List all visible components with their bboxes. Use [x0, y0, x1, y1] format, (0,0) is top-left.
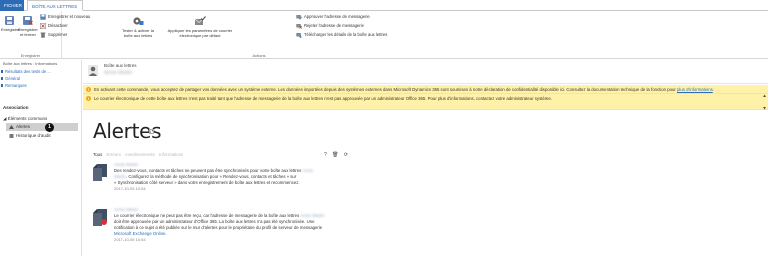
- save-button[interactable]: Enregistrer: [1, 16, 21, 32]
- ribbon: Enregistrer Enregistrer et fermer Enregi…: [0, 11, 768, 59]
- approve-email-button[interactable]: Approuver l'adresse de messagerie: [296, 13, 370, 20]
- envelope-check-icon: [194, 16, 206, 25]
- alert-text: notification à ce sujet a été publiée su…: [114, 225, 323, 230]
- tab-mailbox[interactable]: BOÎTE AUX LETTRES: [27, 0, 83, 11]
- delete-button[interactable]: Supprimer: [40, 31, 67, 38]
- notification-privacy: ! En activant cette commande, vous accep…: [83, 85, 768, 94]
- alerts-icon: [9, 125, 14, 129]
- alert-filters: Tous Erreurs Avertissements Informations: [93, 152, 186, 157]
- nav-link-test-results[interactable]: Résultats des tests de ...: [1, 69, 51, 74]
- reject-email-button[interactable]: Rejeter l'adresse de messagerie: [296, 22, 364, 29]
- save-icon: [4, 16, 14, 25]
- alert-author[interactable]: Annie Martin: [114, 207, 374, 213]
- delete-label: Supprimer: [48, 32, 68, 37]
- approve-email-icon: [296, 14, 302, 20]
- alert-date: 2017-10-05 10:54: [114, 237, 146, 242]
- alert-body: Annie Martin Des rendez-vous, contacts e…: [114, 162, 374, 192]
- mailbox-record-icon: [88, 65, 98, 76]
- alert-mailbox-name: Martin: [114, 174, 126, 179]
- exchange-online-link[interactable]: Microsoft Exchange Online: [114, 231, 165, 236]
- test-enable-mailbox-button[interactable]: Tester & activer la boîte aux lettres: [119, 16, 157, 38]
- ribbon-group-actions: Tester & activer la boîte aux lettres Ap…: [118, 11, 400, 59]
- save-new-button[interactable]: Enregistrer et nouveau: [40, 13, 90, 20]
- ribbon-group-save: Enregistrer Enregistrer et fermer Enregi…: [0, 11, 90, 59]
- apply-default-email-settings-button[interactable]: Appliquer les paramètres de courrier éle…: [161, 16, 239, 38]
- nav-item-alerts-label: Alertes: [16, 124, 31, 129]
- ribbon-tab-bar: FICHIER BOÎTE AUX LETTRES: [0, 0, 768, 11]
- nav-item-audit-history-label: Historique d'audit: [16, 133, 51, 138]
- record-entity-type: Boîte aux lettres: [104, 63, 137, 68]
- main-content: Boîte aux lettres Annie Martin ! En acti…: [83, 60, 768, 256]
- alert-text: .: [165, 231, 167, 236]
- save-close-label: Enregistrer et fermer: [18, 27, 38, 37]
- refresh-icon[interactable]: ⟳: [344, 152, 348, 158]
- more-info-link[interactable]: plus d'informations: [677, 87, 713, 92]
- filter-info[interactable]: Informations: [159, 152, 183, 157]
- download-icon: [296, 32, 302, 38]
- alert-text: « Synchronisation côté serveur » dans vo…: [114, 180, 300, 185]
- nav-link-notes[interactable]: Remarques: [1, 83, 27, 88]
- deactivate-button[interactable]: Désactiver: [40, 22, 68, 29]
- mailbox-alert-icon: [93, 164, 107, 181]
- apply-email-settings-label: Appliquer les paramètres de courrier éle…: [167, 28, 233, 38]
- alert-author[interactable]: Annie Martin: [114, 162, 374, 168]
- notification-privacy-end: .: [712, 87, 714, 92]
- alert-body: Annie Martin Le courrier électronique ne…: [114, 207, 374, 243]
- nav-item-audit-history[interactable]: Historique d'audit: [6, 132, 78, 140]
- nav-group-common-items[interactable]: ◢ Éléments communs: [3, 116, 47, 122]
- ribbon-group-save-label: Enregistrer: [20, 53, 41, 58]
- title-info-icon: [149, 129, 154, 134]
- save-new-icon: [40, 14, 46, 20]
- mailbox-error-icon: [93, 209, 107, 226]
- alert-mailbox-name: Annie: [302, 168, 314, 173]
- reject-email-icon: [296, 23, 302, 29]
- approve-email-label: Approuver l'adresse de messagerie: [304, 14, 370, 19]
- help-icon[interactable]: ?: [324, 152, 327, 158]
- warning-icon: !: [86, 87, 91, 92]
- alert-text: Le courrier électronique ne peut pas êtr…: [114, 213, 300, 218]
- nav-item-alerts[interactable]: Alertes: [6, 123, 78, 131]
- record-header: Boîte aux lettres Annie Martin: [83, 60, 768, 84]
- alert-mailbox-name: Annie Martin: [300, 213, 325, 218]
- save-new-label: Enregistrer et nouveau: [48, 14, 91, 19]
- trash-icon: [40, 32, 46, 38]
- save-close-icon: [23, 16, 33, 25]
- breadcrumb: Boîte aux lettres : Informations: [3, 61, 58, 66]
- gear-mailbox-icon: [133, 17, 144, 25]
- deactivate-icon: [40, 22, 46, 29]
- alert-tools: ? 🗑 ⟳: [324, 152, 352, 158]
- notification-scrollbar[interactable]: [763, 94, 766, 110]
- alert-date: 2017-10-05 10:54: [114, 186, 146, 191]
- download-details-label: Télécharger les détails de la boîte aux …: [304, 32, 388, 37]
- reject-email-label: Rejeter l'adresse de messagerie: [304, 23, 364, 28]
- notification-privacy-text: En activant cette commande, vous accepte…: [94, 87, 676, 92]
- test-enable-label: Tester & activer la boîte aux lettres: [122, 28, 154, 38]
- notification-approval-text: Le courrier électronique de cette boîte …: [94, 96, 552, 101]
- tab-file[interactable]: FICHIER: [0, 0, 24, 11]
- save-close-button[interactable]: Enregistrer et fermer: [18, 16, 38, 37]
- delete-icon[interactable]: 🗑: [332, 152, 338, 158]
- nav-section-association: Association: [3, 105, 29, 110]
- audit-history-icon: [9, 134, 14, 138]
- deactivate-label: Désactiver: [48, 23, 68, 28]
- alert-text: Des rendez-vous, contacts et tâches ne p…: [114, 168, 302, 173]
- filter-warnings[interactable]: Avertissements: [125, 152, 155, 157]
- notification-approval: ! Le courrier électronique de cette boît…: [83, 94, 768, 110]
- step-marker-badge: 1: [45, 123, 54, 132]
- nav-link-general[interactable]: Général: [1, 76, 20, 81]
- download-mailbox-details-button[interactable]: Télécharger les détails de la boîte aux …: [296, 31, 387, 38]
- warning-icon: !: [86, 96, 91, 101]
- left-navigation: Boîte aux lettres : Informations Résulta…: [0, 60, 82, 256]
- filter-errors[interactable]: Erreurs: [107, 152, 121, 157]
- alert-text: doit être approuvée par un administrateu…: [114, 219, 315, 224]
- ribbon-group-actions-label: Actions: [252, 53, 266, 58]
- alert-text: . Configurez la méthode de synchronisati…: [125, 174, 297, 179]
- record-name: Annie Martin: [104, 70, 133, 76]
- filter-all[interactable]: Tous: [93, 152, 102, 157]
